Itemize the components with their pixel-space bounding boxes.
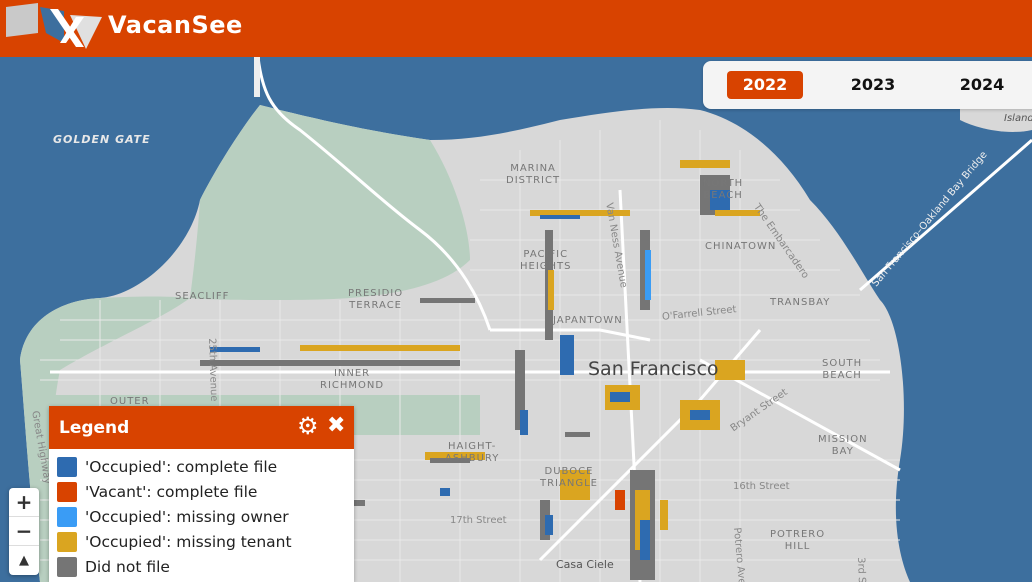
map-label-mission-bay: MISSION BAY — [818, 434, 868, 457]
year-tab-2022[interactable]: 2022 — [727, 71, 803, 99]
map-label-haight: HAIGHT- ASHBURY — [445, 441, 500, 464]
map-label-golden-gate: GOLDEN GATE — [53, 133, 151, 146]
legend-swatch — [57, 506, 77, 527]
map-label-pacific-heights: PACIFIC HEIGHTS — [520, 249, 572, 272]
map-label-island: Island — [1004, 113, 1032, 124]
zoom-controls: + − ▲ — [9, 488, 39, 575]
year-tab-2023[interactable]: 2023 — [835, 71, 911, 99]
legend-item-label: 'Occupied': missing owner — [85, 507, 289, 526]
map-label-city: San Francisco — [588, 358, 719, 380]
legend-swatch — [57, 457, 77, 478]
legend-header: Legend ⚙ ✖ — [49, 406, 354, 449]
map-label-japantown: JAPANTOWN — [553, 315, 623, 326]
reset-bearing-button[interactable]: ▲ — [9, 546, 39, 575]
map-label-marina: MARINA DISTRICT — [506, 163, 561, 186]
legend-item-label: 'Occupied': missing tenant — [85, 532, 292, 551]
map-label-north-beach: NORTH BEACH — [703, 178, 744, 201]
legend-item: Did not file — [57, 554, 354, 579]
map-label-potrero: POTRERO HILL — [770, 529, 826, 552]
street-label-3rd: 3rd Street — [854, 557, 868, 582]
zoom-in-button[interactable]: + — [9, 488, 39, 517]
street-label-16th: 16th Street — [733, 481, 790, 492]
legend-item-label: 'Occupied': complete file — [85, 458, 278, 477]
map-label-presidio-terrace: PRESIDIO TERRACE — [348, 288, 404, 311]
year-selector: 2022 2023 2024 — [703, 61, 1032, 109]
map-label-transbay: TRANSBAY — [770, 297, 831, 308]
zoom-out-button[interactable]: − — [9, 517, 39, 546]
legend-item: 'Vacant': complete file — [57, 480, 354, 505]
legend-item: 'Occupied': complete file — [57, 455, 354, 480]
app-title: VacanSee — [108, 11, 243, 39]
year-tab-2024[interactable]: 2024 — [944, 71, 1020, 99]
vacansee-logo — [6, 3, 102, 49]
legend-item-label: Did not file — [85, 557, 170, 576]
legend-swatch — [57, 482, 77, 503]
map-label-chinatown: CHINATOWN — [705, 241, 777, 252]
map-label-south-beach: SOUTH BEACH — [822, 358, 863, 381]
map-label-inner-richmond: INNER RICHMOND — [320, 368, 385, 391]
legend-swatch — [57, 556, 77, 577]
legend-title: Legend — [59, 418, 130, 438]
legend-item: 'Occupied': missing owner — [57, 505, 354, 530]
legend-swatch — [57, 531, 77, 552]
gear-icon[interactable]: ⚙ — [297, 414, 319, 438]
legend-item-label: 'Vacant': complete file — [85, 483, 258, 502]
map-label-seacliff: SEACLIFF — [175, 291, 230, 302]
app-header: VacanSee — [0, 0, 1032, 57]
legend-panel: Legend ⚙ ✖ 'Occupied': complete file 'Va… — [49, 406, 354, 582]
legend-item: 'Occupied': missing tenant — [57, 529, 354, 554]
close-icon[interactable]: ✖ — [327, 415, 345, 437]
street-label-17th: 17th Street — [450, 515, 507, 526]
street-label-25th-ave: 25th Avenue — [206, 338, 220, 402]
legend-items: 'Occupied': complete file 'Vacant': comp… — [49, 449, 354, 579]
map-label-casa-ciele: Casa Ciele — [556, 558, 614, 571]
map-label-duboce: DUBOCE TRIANGLE — [540, 466, 598, 489]
